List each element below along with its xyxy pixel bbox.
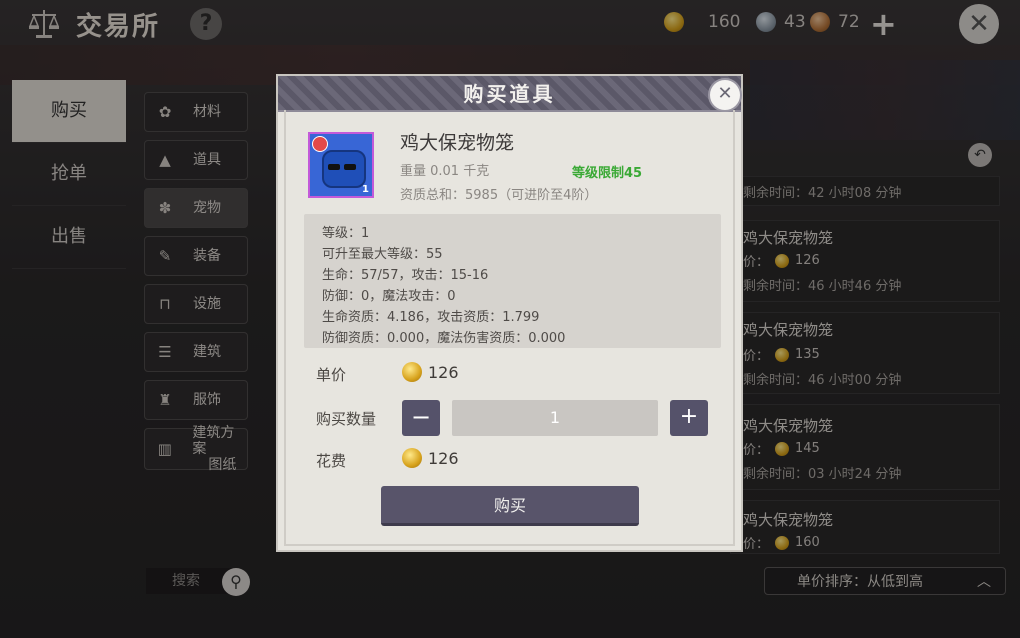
close-icon[interactable]: ✕ xyxy=(708,78,742,112)
stat-line: 可升至最大等级：55 xyxy=(322,247,443,262)
pet-face xyxy=(322,150,366,188)
unit-price: 126 xyxy=(428,362,459,382)
gold-coin-icon xyxy=(402,362,422,382)
item-weight: 重量 0.01 千克 xyxy=(400,164,490,179)
quantity-label: 购买数量 xyxy=(316,410,377,428)
item-name: 鸡大保宠物笼 xyxy=(400,132,515,154)
pet-cage-item-icon: 1 xyxy=(308,132,374,198)
buy-button[interactable]: 购买 xyxy=(381,486,639,526)
item-quality: 资质总和：5985（可进阶至4阶） xyxy=(400,188,598,203)
unit-price-label: 单价 xyxy=(316,366,347,384)
unit-price-value: 126 xyxy=(402,362,459,382)
increase-quantity-button[interactable]: + xyxy=(670,400,708,436)
dialog-title: 购买道具 xyxy=(463,82,556,106)
stat-line: 生命：57/57，攻击：15-16 xyxy=(322,268,489,283)
cost: 126 xyxy=(428,448,459,468)
item-count: 1 xyxy=(362,184,369,195)
purchase-dialog: 购买道具 ✕ 1 鸡大保宠物笼 重量 0.01 千克 等级限制45 资质总和：5… xyxy=(276,74,743,552)
stat-line: 等级：1 xyxy=(322,226,370,241)
level-limit: 等级限制45 xyxy=(572,166,643,181)
sunglasses-icon xyxy=(344,164,356,170)
quantity-input[interactable]: 1 xyxy=(452,400,658,436)
decrease-quantity-button[interactable]: − xyxy=(402,400,440,436)
stats-panel: 等级：1 可升至最大等级：55 生命：57/57，攻击：15-16 防御：0，魔… xyxy=(304,214,721,348)
cost-label: 花费 xyxy=(316,452,347,470)
sunglasses-icon xyxy=(328,164,340,170)
stat-line: 生命资质：4.186，攻击资质：1.799 xyxy=(322,310,540,325)
cost-value: 126 xyxy=(402,448,459,468)
stat-line: 防御：0，魔法攻击：0 xyxy=(322,289,456,304)
stat-line: 防御资质：0.000，魔法伤害资质：0.000 xyxy=(322,331,566,346)
gold-coin-icon xyxy=(402,448,422,468)
paw-badge-icon xyxy=(312,136,328,152)
